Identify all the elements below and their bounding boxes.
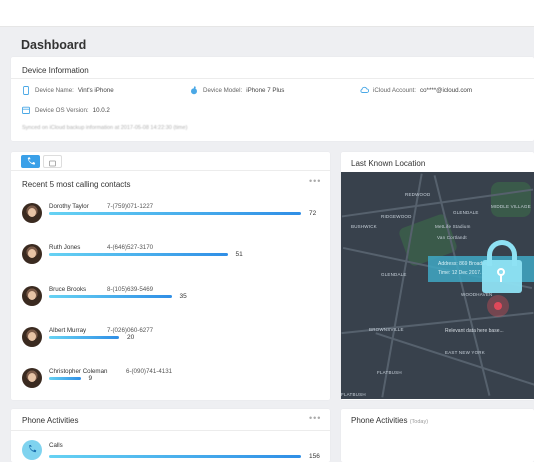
- contact-row[interactable]: Albert Murray 7-(026)060-6277 20: [22, 327, 322, 349]
- keyhole-stem: [500, 275, 502, 282]
- contact-phone: 6-(090)741-4131: [126, 368, 173, 375]
- calendar-icon: [22, 106, 30, 114]
- device-name-value: Vint's iPhone: [77, 86, 114, 94]
- divider: [11, 78, 534, 79]
- contact-name: Ruth Jones: [49, 244, 81, 251]
- map-label: GLENDALE: [381, 272, 407, 277]
- lock-icon: [482, 260, 522, 293]
- contact-phone: 7-(759)071-1227: [107, 203, 154, 210]
- phone-activities-today-subtitle: (Today): [409, 419, 429, 425]
- map-label: RIDGEWOOD: [381, 214, 412, 219]
- icloud-value: co****@icloud.com: [420, 86, 473, 94]
- contact-call-count: 20: [127, 334, 135, 341]
- more-options-icon[interactable]: •••: [309, 176, 321, 186]
- avatar: [22, 286, 42, 306]
- contacts-card: [11, 152, 330, 400]
- avatar: [22, 368, 42, 388]
- contact-call-bar: [49, 377, 81, 380]
- os-version-value: 10.0.2: [92, 106, 110, 114]
- contact-name: Christopher Coleman: [49, 368, 108, 375]
- map-label: EAST NEW YORK: [445, 350, 485, 355]
- contact-phone: 4-(646)527-3170: [107, 244, 154, 251]
- phone-tab-icon: [27, 157, 36, 165]
- contact-call-bar: [49, 336, 119, 339]
- page-title: Dashboard: [21, 38, 87, 52]
- map-label: MetLife Stadium: [435, 224, 471, 229]
- avatar: [22, 327, 42, 347]
- contact-name: Dorothy Taylor: [49, 203, 89, 210]
- cloud-icon: [360, 86, 370, 94]
- device-name-label: Device Name:: [35, 86, 74, 94]
- contact-phone: 7-(026)060-6277: [107, 327, 154, 334]
- contact-call-count: 35: [179, 293, 187, 300]
- contact-row[interactable]: Christopher Coleman 6-(090)741-4131 9: [22, 368, 322, 390]
- sync-note: Synced on iCloud backup information at 2…: [22, 125, 188, 131]
- device-model-label: Device Model:: [203, 86, 243, 94]
- contacts-title: Recent 5 most calling contacts: [22, 180, 131, 189]
- map-label: Van Cortlandt: [437, 235, 467, 240]
- device-info-title: Device Information: [22, 66, 89, 75]
- map-label: BUSHWICK: [351, 224, 377, 229]
- avatar: [22, 203, 42, 223]
- contact-call-count: 51: [235, 251, 243, 258]
- message-tab-icon: [49, 160, 56, 167]
- contact-call-count: 9: [88, 375, 93, 382]
- os-version-item: Device OS Version: 10.0.2: [22, 106, 110, 114]
- avatar: [22, 244, 42, 264]
- phone-activities-today-header: Phone Activities (Today): [351, 416, 428, 425]
- callout-time: Time: 12 Dec 2017...: [438, 270, 485, 276]
- contact-call-bar: [49, 295, 172, 298]
- contact-row[interactable]: Dorothy Taylor 7-(759)071-1227 72: [22, 203, 322, 225]
- tab-calls[interactable]: [21, 155, 40, 168]
- tab-messages[interactable]: [43, 155, 62, 168]
- phone-activities-today-title: Phone Activities: [351, 416, 408, 425]
- phone-activities-title: Phone Activities: [22, 416, 79, 425]
- calls-count: 156: [309, 453, 320, 460]
- contact-phone: 8-(105)639-5469: [107, 286, 154, 293]
- map-label: FLATBUSH: [377, 370, 402, 375]
- calls-label: Calls: [49, 442, 63, 449]
- map-label: MIDDLE VILLAGE: [491, 204, 531, 209]
- contact-call-count: 72: [309, 210, 317, 217]
- contact-call-bar: [49, 212, 301, 215]
- location-title: Last Known Location: [351, 159, 426, 168]
- map-road: [375, 332, 534, 394]
- calls-bar: [49, 455, 301, 458]
- os-version-label: Device OS Version:: [35, 106, 89, 114]
- contact-call-bar: [49, 253, 228, 256]
- phone-icon: [22, 86, 30, 95]
- device-model-item: Device Model: iPhone 7 Plus: [190, 86, 285, 95]
- park-area: [491, 182, 531, 217]
- calls-icon: [22, 440, 42, 460]
- map-label: REDWOOD: [405, 192, 431, 197]
- map-label: BROWNSVILLE: [369, 327, 404, 332]
- contact-name: Albert Murray: [49, 327, 87, 334]
- location-note: Relevant data here base...: [445, 328, 504, 334]
- apple-icon: [190, 86, 198, 95]
- device-name-item: Device Name: Vint's iPhone: [22, 86, 114, 95]
- contact-row[interactable]: Bruce Brooks 8-(105)639-5469 35: [22, 286, 322, 308]
- icloud-label: iCloud Account:: [373, 86, 416, 94]
- contact-row[interactable]: Ruth Jones 4-(646)527-3170 51: [22, 244, 322, 266]
- icloud-item: iCloud Account: co****@icloud.com: [360, 86, 472, 94]
- device-model-value: iPhone 7 Plus: [246, 86, 285, 94]
- divider: [11, 430, 330, 431]
- map-label: FLATBUSH: [341, 392, 366, 397]
- divider: [11, 170, 330, 171]
- map-label: GLENDALE: [453, 210, 479, 215]
- more-options-icon[interactable]: •••: [309, 413, 321, 423]
- contact-name: Bruce Brooks: [49, 286, 87, 293]
- location-pin-icon[interactable]: [487, 295, 509, 317]
- top-bar: [0, 0, 534, 27]
